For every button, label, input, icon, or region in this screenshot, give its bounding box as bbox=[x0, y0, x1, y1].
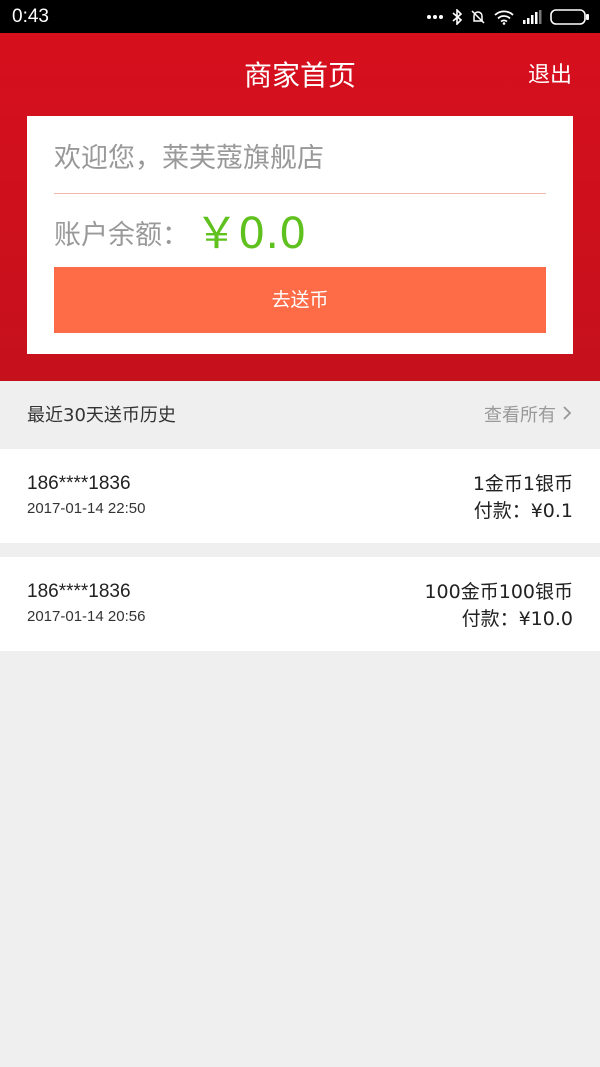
wifi-icon bbox=[494, 10, 514, 25]
welcome-text: 欢迎您，莱芙蔻旗舰店 bbox=[54, 143, 324, 174]
battery-icon bbox=[550, 9, 590, 25]
send-coins-button[interactable]: 去送币 bbox=[54, 267, 546, 333]
view-all-label: 查看所有 bbox=[484, 405, 556, 426]
record-payment: 付款：¥0.1 bbox=[473, 500, 573, 522]
history-title: 最近30天送币历史 bbox=[27, 405, 176, 426]
history-header: 最近30天送币历史 查看所有 bbox=[0, 381, 600, 449]
alarm-off-icon bbox=[470, 9, 486, 25]
signal-icon bbox=[522, 10, 542, 24]
divider bbox=[54, 193, 546, 194]
logout-button[interactable]: 退出 bbox=[528, 62, 572, 90]
record-payment: 付款：¥10.0 bbox=[461, 608, 573, 630]
status-bar: 0:43 bbox=[0, 0, 600, 33]
record-time: 2017-01-14 22:50 bbox=[27, 500, 146, 517]
status-time: 0:43 bbox=[12, 6, 49, 27]
bluetooth-icon bbox=[452, 9, 462, 25]
page-title: 商家首页 bbox=[243, 59, 356, 92]
dots-icon bbox=[426, 14, 444, 20]
history-record[interactable]: 186****1836 2017-01-14 20:56 100金币100银币 … bbox=[0, 557, 600, 651]
account-card: 欢迎您，莱芙蔻旗舰店 账户余额： ￥0.0 去送币 bbox=[27, 116, 573, 354]
balance-label: 账户余额： bbox=[54, 220, 189, 251]
history-record[interactable]: 186****1836 2017-01-14 22:50 1金币1银币 付款：¥… bbox=[0, 449, 600, 543]
view-all-link[interactable]: 查看所有 bbox=[484, 404, 572, 428]
chevron-right-icon bbox=[556, 404, 572, 428]
record-phone: 186****1836 bbox=[27, 473, 131, 494]
balance-row: 账户余额： ￥0.0 bbox=[54, 208, 306, 260]
record-time: 2017-01-14 20:56 bbox=[27, 608, 146, 625]
record-phone: 186****1836 bbox=[27, 581, 131, 602]
record-coins: 100金币100银币 bbox=[424, 581, 573, 603]
balance-value: ￥0.0 bbox=[195, 209, 307, 259]
record-coins: 1金币1银币 bbox=[472, 473, 573, 495]
status-icons bbox=[426, 8, 590, 26]
